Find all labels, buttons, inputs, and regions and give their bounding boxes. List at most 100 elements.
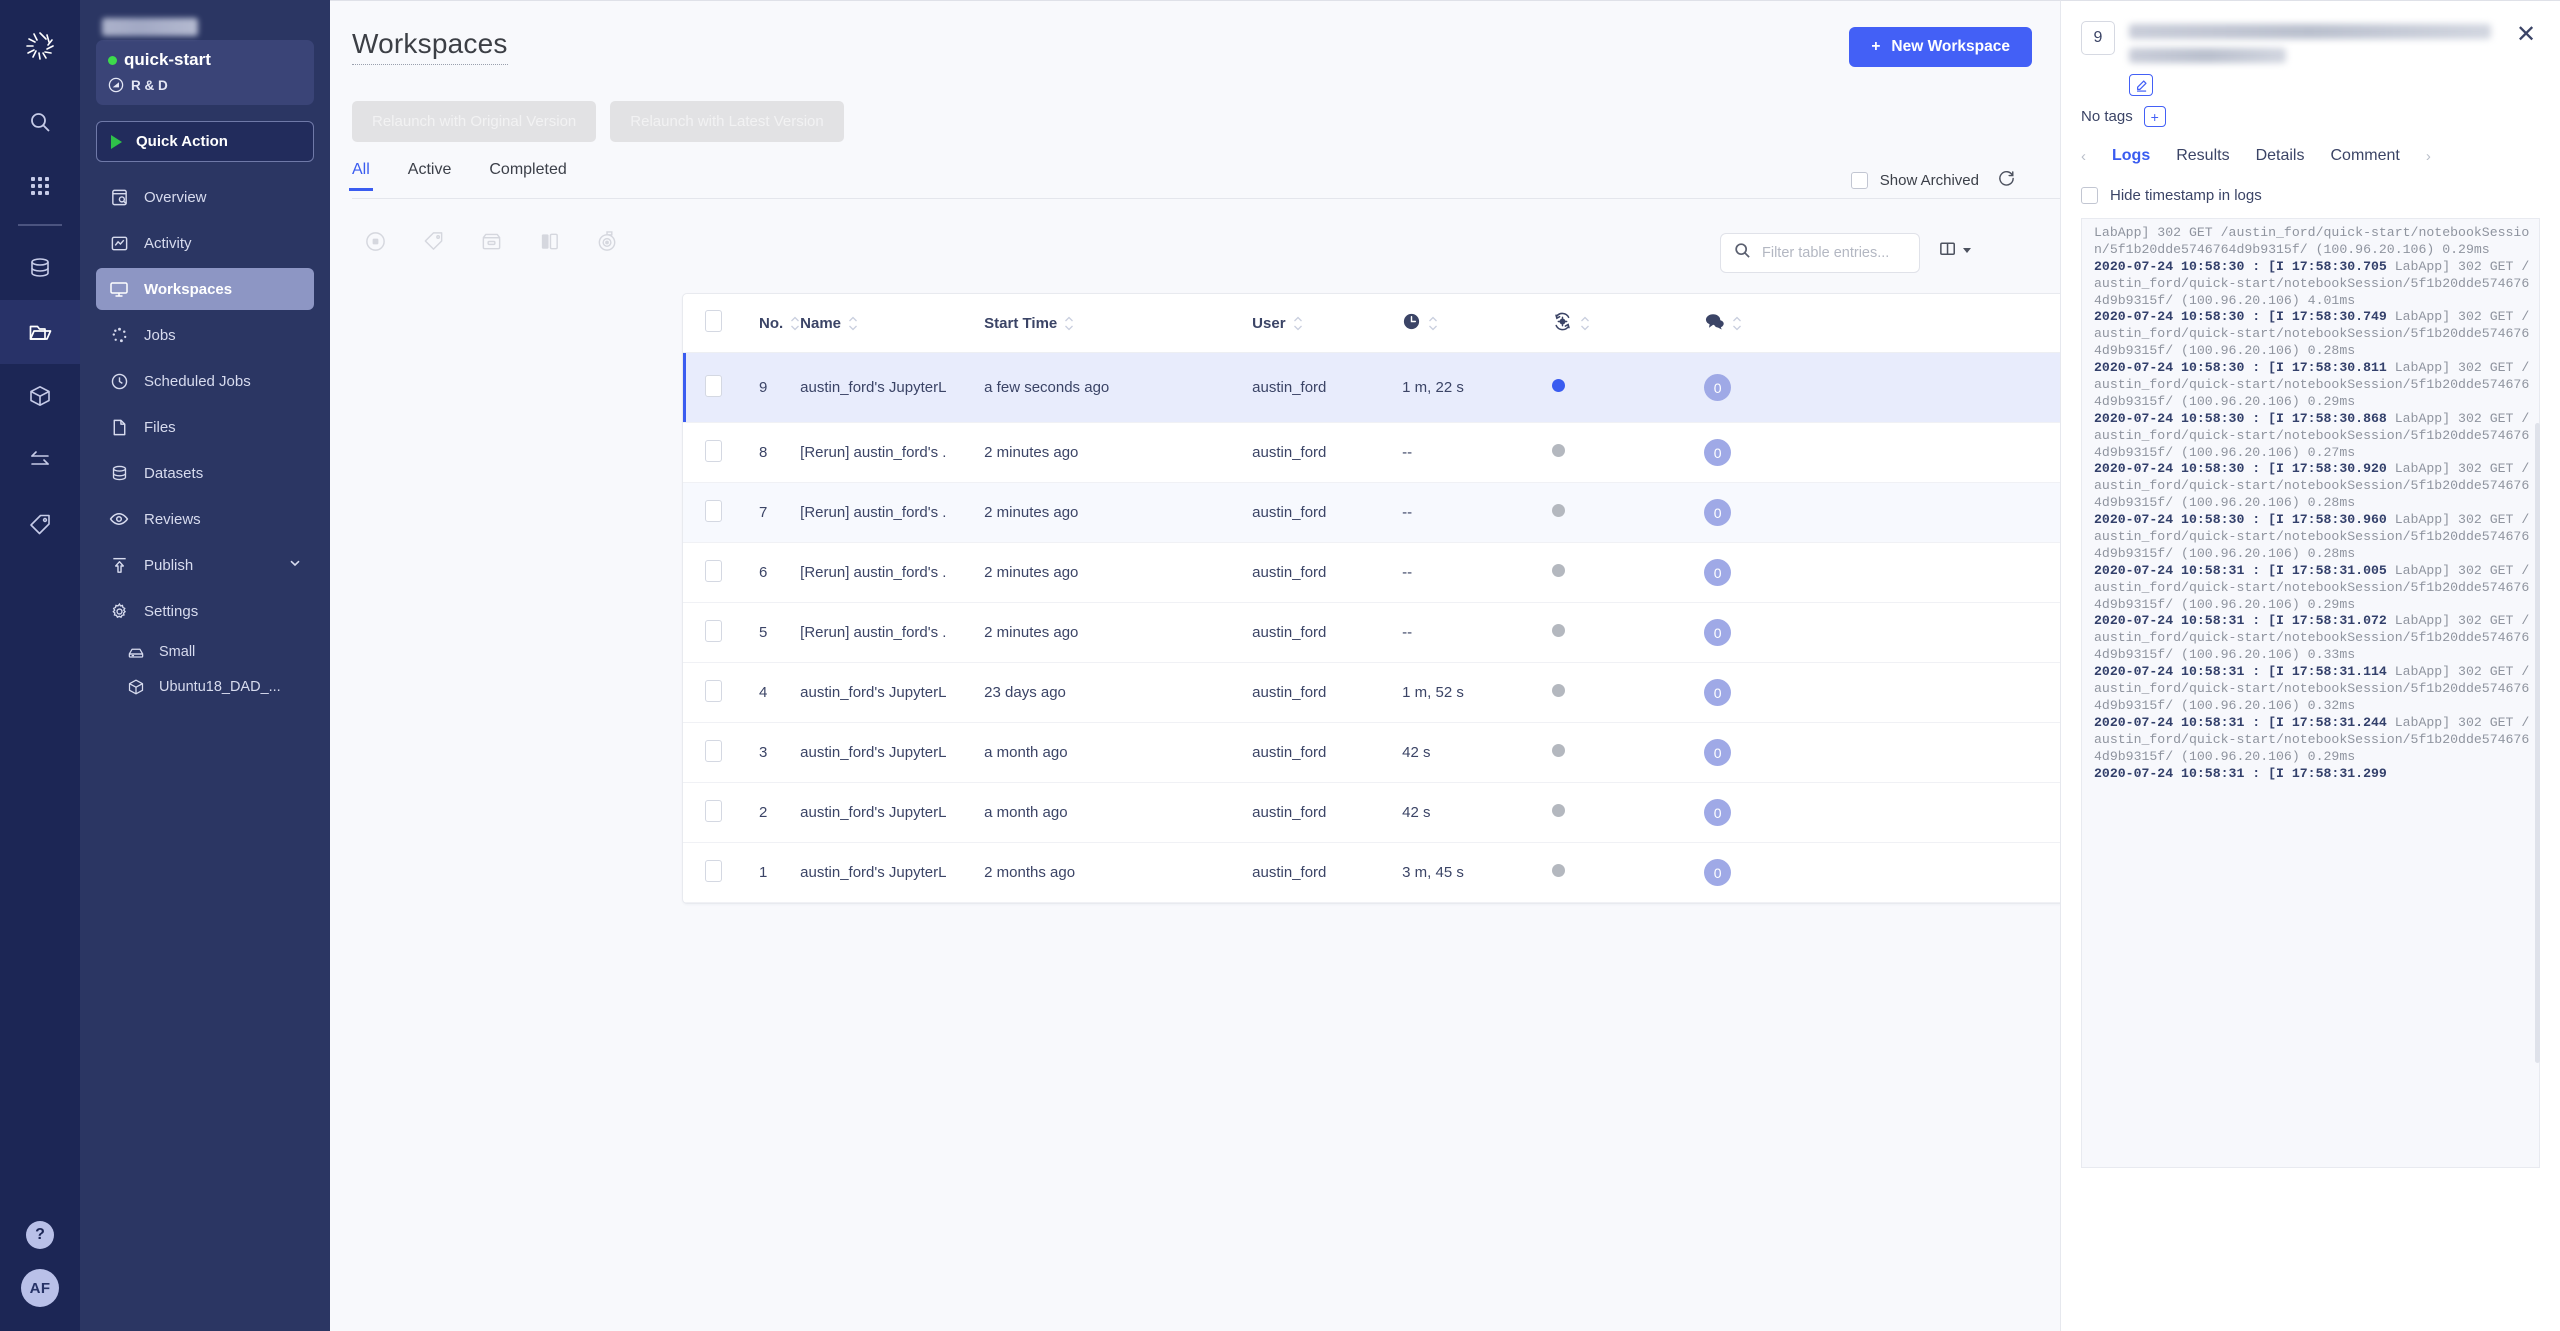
apps-grid-icon[interactable] [0, 154, 80, 218]
row-checkbox[interactable] [705, 799, 722, 822]
table-row[interactable]: 7 [Rerun] austin_ford's . 2 minutes ago … [683, 482, 2060, 543]
comment-count-badge[interactable]: 0 [1704, 859, 1732, 886]
row-checkbox[interactable] [705, 439, 722, 462]
sidebar-item-settings[interactable]: Settings [96, 590, 314, 632]
sidebar-item-datasets[interactable]: Datasets [96, 452, 314, 494]
table-row[interactable]: 6 [Rerun] austin_ford's . 2 minutes ago … [683, 542, 2060, 603]
search-box[interactable] [1720, 233, 1920, 273]
search-input[interactable] [1762, 245, 1906, 261]
table-row[interactable]: 4 austin_ford's JupyterL 23 days ago aus… [683, 662, 2060, 723]
table-row[interactable]: 3 austin_ford's JupyterL a month ago aus… [683, 722, 2060, 783]
hide-timestamp-checkbox[interactable] [2081, 187, 2098, 204]
table-row[interactable]: 5 [Rerun] austin_ford's . 2 minutes ago … [683, 602, 2060, 663]
sidebar-item-publish[interactable]: Publish [96, 544, 314, 586]
tab-details[interactable]: Details [2256, 147, 2305, 165]
chevron-left-icon[interactable]: ‹ [2081, 148, 2086, 165]
relaunch-original-button[interactable]: Relaunch with Original Version [352, 101, 597, 142]
sort-arrows-icon[interactable] [1293, 316, 1303, 331]
project-card[interactable]: quick-start R & D [96, 40, 314, 105]
stop-circle-icon[interactable] [360, 226, 390, 256]
sort-arrows-icon[interactable] [790, 316, 800, 331]
tab-results[interactable]: Results [2176, 147, 2229, 165]
column-header-duration[interactable] [1402, 294, 1553, 353]
comment-count-badge[interactable]: 0 [1704, 679, 1732, 706]
table-row[interactable]: 8 [Rerun] austin_ford's . 2 minutes ago … [683, 422, 2060, 483]
sort-arrows-icon[interactable] [1732, 316, 1742, 331]
select-all-checkbox[interactable] [705, 310, 722, 332]
relaunch-latest-button[interactable]: Relaunch with Latest Version [610, 101, 844, 142]
pencil-icon[interactable] [2129, 74, 2153, 96]
cell-comments[interactable]: 0 [1704, 542, 1869, 603]
table-row[interactable]: 1 austin_ford's JupyterL 2 months ago au… [683, 842, 2060, 903]
avatar[interactable]: AF [21, 1269, 59, 1307]
column-settings-button[interactable] [1938, 239, 1972, 260]
sidebar-item-activity[interactable]: Activity [96, 222, 314, 264]
sidebar-item-jobs[interactable]: Jobs [96, 314, 314, 356]
tab-all[interactable]: All [349, 161, 373, 191]
comment-count-badge[interactable]: 0 [1704, 619, 1732, 646]
column-header-user[interactable]: User [1252, 294, 1403, 353]
cell-comments[interactable]: 0 [1704, 722, 1869, 783]
compare-icon[interactable] [534, 226, 564, 256]
row-checkbox[interactable] [705, 499, 722, 522]
archive-icon[interactable] [476, 226, 506, 256]
row-checkbox[interactable] [705, 859, 722, 882]
sidebar-item-scheduled-jobs[interactable]: Scheduled Jobs [96, 360, 314, 402]
transfer-icon[interactable] [0, 428, 80, 492]
cell-comments[interactable]: 0 [1704, 782, 1869, 843]
cell-comments[interactable]: 0 [1704, 842, 1869, 903]
table-row[interactable]: 2 austin_ford's JupyterL a month ago aus… [683, 782, 2060, 843]
tag-icon[interactable] [418, 226, 448, 256]
chevron-right-icon[interactable]: › [2426, 148, 2431, 165]
column-header-name[interactable]: Name [800, 294, 985, 353]
row-checkbox[interactable] [705, 374, 722, 397]
sort-arrows-icon[interactable] [1580, 316, 1590, 331]
chevron-down-icon[interactable] [288, 556, 302, 574]
tab-completed[interactable]: Completed [489, 161, 566, 191]
target-icon[interactable] [592, 226, 622, 256]
log-output[interactable]: LabApp] 302 GET /austin_ford/quick-start… [2081, 218, 2540, 1168]
sidebar-item-reviews[interactable]: Reviews [96, 498, 314, 540]
column-header-comments[interactable] [1704, 294, 1869, 353]
row-checkbox[interactable] [705, 679, 722, 702]
sidebar-item-files[interactable]: Files [96, 406, 314, 448]
tab-active[interactable]: Active [408, 161, 452, 191]
table-row[interactable]: 9 austin_ford's JupyterL a few seconds a… [683, 352, 2060, 423]
cell-comments[interactable]: 0 [1704, 422, 1869, 483]
comment-count-badge[interactable]: 0 [1704, 739, 1732, 766]
log-scrollbar[interactable] [2535, 423, 2540, 1063]
show-archived-checkbox[interactable] [1850, 172, 1868, 189]
cube-icon[interactable] [0, 364, 80, 428]
column-header-status[interactable] [1552, 294, 1705, 353]
cell-comments[interactable]: 0 [1704, 662, 1869, 723]
sort-arrows-icon[interactable] [1064, 316, 1074, 331]
tab-logs[interactable]: Logs [2112, 147, 2150, 165]
comment-count-badge[interactable]: 0 [1704, 499, 1732, 526]
quick-action-button[interactable]: Quick Action [96, 121, 314, 162]
sort-arrows-icon[interactable] [1428, 316, 1438, 331]
search-icon[interactable] [0, 90, 80, 154]
database-icon[interactable] [0, 236, 80, 300]
comment-count-badge[interactable]: 0 [1704, 439, 1732, 466]
column-header-start-time[interactable]: Start Time [984, 294, 1253, 353]
sidebar-item-workspaces[interactable]: Workspaces [96, 268, 314, 310]
sidebar-subitem-environment[interactable]: Ubuntu18_DAD_... [96, 671, 314, 703]
row-checkbox[interactable] [705, 739, 722, 762]
sidebar-subitem-small[interactable]: Small [96, 636, 314, 668]
sidebar-item-overview[interactable]: Overview [96, 176, 314, 218]
new-workspace-button[interactable]: + New Workspace [1849, 27, 2032, 67]
close-icon[interactable]: ✕ [2516, 21, 2540, 47]
folder-icon[interactable] [0, 300, 80, 364]
row-checkbox[interactable] [705, 559, 722, 582]
refresh-icon[interactable] [1997, 169, 2016, 192]
comment-count-badge[interactable]: 0 [1704, 559, 1732, 586]
shutter-logo-icon[interactable] [12, 18, 68, 74]
tag-icon[interactable] [0, 492, 80, 556]
comment-count-badge[interactable]: 0 [1704, 799, 1732, 826]
cell-comments[interactable]: 0 [1704, 482, 1869, 543]
help-icon[interactable]: ? [26, 1221, 54, 1249]
cell-comments[interactable]: 0 [1704, 602, 1869, 663]
comment-count-badge[interactable]: 0 [1704, 374, 1732, 401]
column-header-no[interactable]: No. [729, 294, 801, 353]
add-tag-button[interactable]: + [2143, 106, 2166, 127]
